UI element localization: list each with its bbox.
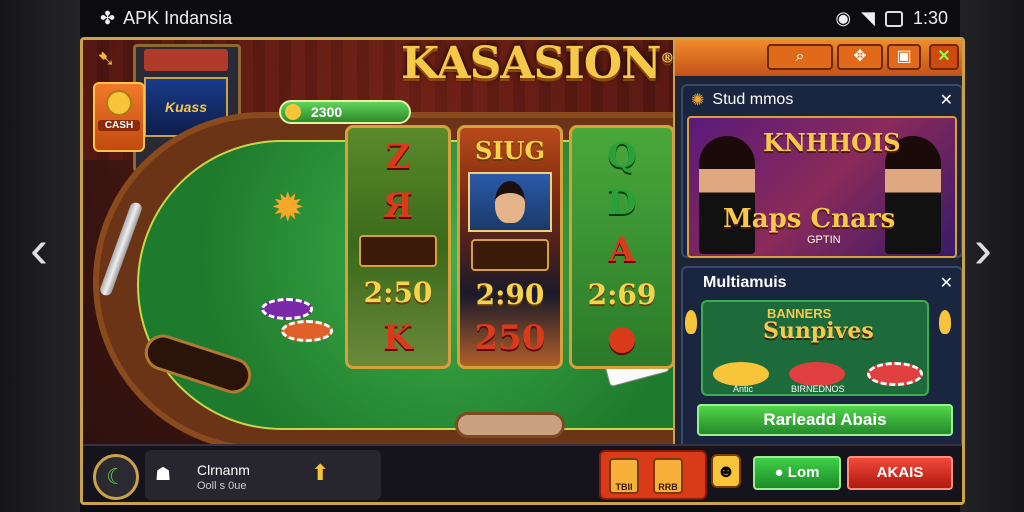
reel-symbol-box	[359, 234, 437, 267]
chip-purple-icon	[261, 298, 313, 320]
game-shortcut[interactable]: TBII	[609, 458, 639, 494]
location-icon: ◉	[835, 8, 852, 28]
bet-display[interactable]: 2300	[279, 100, 411, 124]
user-icon: ☗	[155, 464, 172, 484]
promo-header: Stud mmos	[712, 91, 794, 108]
reel-symbol: Я	[383, 185, 413, 226]
chip-icon	[285, 104, 301, 120]
reel-symbol: A	[608, 230, 636, 271]
game-shortcuts: TBII RRB	[599, 450, 707, 500]
join-button[interactable]: ● Lom	[753, 456, 841, 490]
chat-icon: ●	[774, 464, 784, 481]
reel-3: Q D A 2:69 ●	[569, 125, 675, 369]
promo-title-bottom: Maps Cnars	[723, 204, 896, 234]
settings-icon: ✺	[691, 92, 705, 109]
reel-symbol: Z	[385, 136, 411, 177]
panel-toolbar: ⌕ ✥ ▣ ✕	[675, 40, 962, 76]
reel-symbol: D	[607, 183, 637, 224]
multi-caption: Antic	[733, 384, 754, 394]
wifi-icon: ◥	[861, 8, 875, 28]
reel-symbol: 250	[474, 318, 546, 359]
clock-time: 1:30	[912, 8, 948, 28]
prev-arrow-icon[interactable]: ‹	[30, 222, 48, 276]
user-info[interactable]: ☗ Clrnanm Ooll s 0ue ⬆	[145, 450, 381, 500]
poker-chip-icon	[867, 362, 923, 386]
app-title-group: ✤ APK Indansia	[100, 8, 232, 29]
level-up-icon[interactable]: ⬆	[311, 460, 337, 490]
next-arrow-icon[interactable]: ›	[974, 222, 992, 276]
search-icon[interactable]: ⌕	[767, 44, 833, 70]
status-icons: ◉ ◥ 1:30	[835, 8, 948, 29]
reel-value: 2:90	[475, 278, 545, 312]
pin-right-icon	[939, 310, 951, 334]
cash-badge-label: CASH	[98, 120, 140, 131]
character-left	[699, 136, 755, 254]
slot-reels[interactable]: Z Я 2:50 K SIUG 2:90 250 Q D A 2:69 ●	[345, 125, 675, 369]
reel-symbol-box	[471, 238, 549, 271]
multi-banner[interactable]: BANNERS Sunpives Antic BIRNEDNOS	[701, 300, 929, 396]
multi-card[interactable]: Multiamuis ✕ BANNERS Sunpives Antic BIRN…	[681, 266, 962, 450]
share-icon[interactable]: ✥	[837, 44, 883, 70]
back-icon[interactable]: ➷	[97, 46, 115, 72]
drop-slot	[455, 412, 565, 438]
bottom-bar: ☾ ☗ Clrnanm Ooll s 0ue ⬆ TBII RRB ☻ ● Lo…	[83, 444, 962, 502]
red-action-button[interactable]: AKAIS	[847, 456, 953, 490]
reel-symbol: Q	[607, 135, 637, 176]
game-shortcut[interactable]: RRB	[653, 458, 683, 494]
promo-sub: GPTIN	[807, 234, 841, 246]
redeem-button[interactable]: Rarleadd Abais	[697, 404, 953, 436]
app-title: APK Indansia	[123, 8, 233, 28]
status-bar: ✤ APK Indansia ◉ ◥ 1:30	[80, 0, 960, 38]
reel-1: Z Я 2:50 K	[345, 125, 451, 369]
signal-icon	[884, 10, 903, 27]
user-name: Clrnanm	[197, 462, 250, 478]
game-title: KASASION®	[401, 38, 674, 89]
gift-icon[interactable]: ☻	[711, 454, 741, 488]
promo-close-icon[interactable]: ✕	[940, 90, 953, 110]
reel-symbol: SIUG	[475, 135, 545, 165]
multi-close-icon[interactable]: ✕	[940, 273, 953, 293]
cash-badge[interactable]: CASH	[93, 82, 145, 152]
portrait-symbol	[468, 171, 552, 232]
reel-2: SIUG 2:90 250	[457, 125, 563, 369]
promo-banner[interactable]: KNHHOIS Maps Cnars GPTIN	[687, 116, 957, 258]
multi-header: Multiamuis	[703, 274, 787, 291]
coin-stack-icon	[713, 362, 769, 386]
side-panel: ⌕ ✥ ▣ ✕ ✺ Stud mmos ✕ KNHHOIS Maps Cnars…	[673, 40, 962, 502]
pin-left-icon	[685, 310, 697, 334]
app-icon: ✤	[100, 8, 116, 28]
reel-symbol: K	[383, 317, 413, 358]
coin-symbol: ●	[607, 318, 637, 359]
reel-value: 2:50	[363, 275, 433, 309]
chip-orange-icon	[281, 320, 333, 342]
game-screenshot: Kuass ➷ CASH KASASION® 2300 ✹ Z Я 2:50 K…	[80, 37, 965, 505]
bet-value: 2300	[311, 104, 343, 120]
gallery-edge-right	[960, 0, 1024, 512]
close-icon[interactable]: ✕	[929, 44, 959, 70]
reel-value: 2:69	[587, 277, 657, 311]
avatar[interactable]: ☾	[93, 454, 139, 500]
multi-title: Sunpives	[763, 318, 874, 344]
coin-icon	[106, 90, 132, 116]
user-sub: Ooll s 0ue	[197, 480, 247, 492]
promo-card[interactable]: ✺ Stud mmos ✕ KNHHOIS Maps Cnars GPTIN	[681, 84, 962, 258]
cards-icon[interactable]: ▣	[887, 44, 921, 70]
multi-caption: BIRNEDNOS	[791, 384, 845, 394]
burst-icon: ✹	[271, 186, 305, 230]
chip-stack-icon	[789, 362, 845, 386]
promo-title-top: KNHHOIS	[763, 128, 901, 157]
